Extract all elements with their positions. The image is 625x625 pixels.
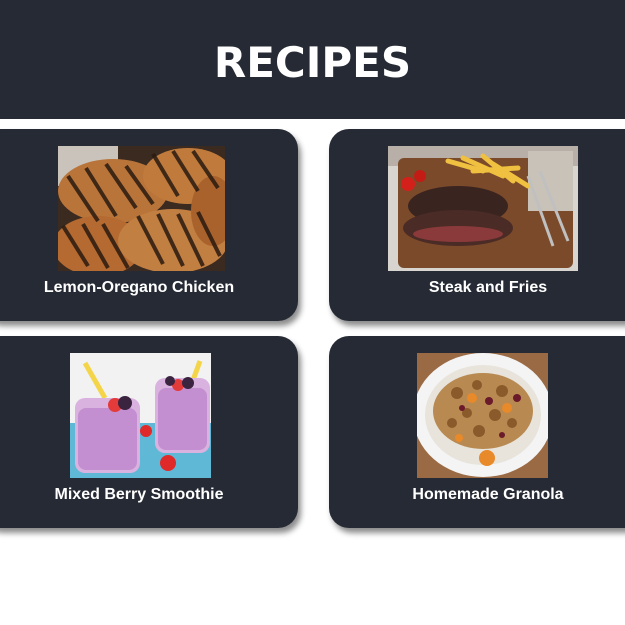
recipe-card-mixed-berry-smoothie[interactable]: Mixed Berry Smoothie — [0, 336, 298, 528]
recipe-card-lemon-oregano-chicken[interactable]: Lemon-Oregano Chicken — [0, 129, 298, 321]
recipe-title: Steak and Fries — [428, 279, 548, 296]
grilled-chicken-photo — [58, 146, 225, 271]
recipe-title: Mixed Berry Smoothie — [54, 486, 224, 503]
recipe-title: Lemon-Oregano Chicken — [43, 279, 235, 296]
berry-smoothie-photo — [70, 353, 211, 478]
steak-fries-photo — [388, 146, 578, 271]
recipes-page: RECIPES Lemon-Oregano Chicken Steak and … — [0, 0, 625, 625]
granola-bowl-photo — [417, 353, 548, 478]
page-header: RECIPES — [0, 0, 625, 119]
recipe-title: Homemade Granola — [412, 486, 564, 503]
recipe-card-steak-and-fries[interactable]: Steak and Fries — [329, 129, 625, 321]
recipe-card-homemade-granola[interactable]: Homemade Granola — [329, 336, 625, 528]
page-title: RECIPES — [213, 38, 412, 87]
